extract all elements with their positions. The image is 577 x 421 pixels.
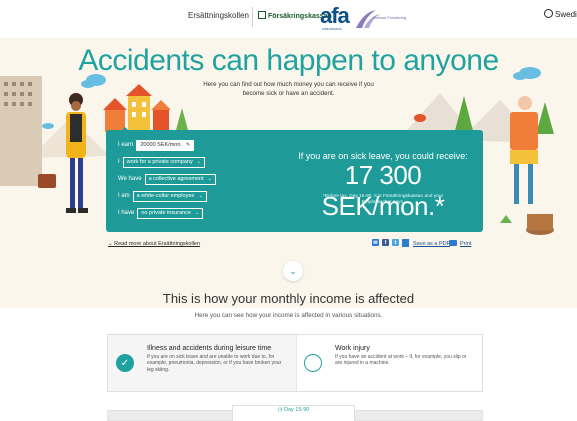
afa-logo-subtext: FÖRSÄKRING bbox=[322, 27, 342, 31]
agreement-value: a collective agreement bbox=[148, 176, 204, 182]
income-input[interactable]: 20000 SEK/mon. ✎ bbox=[136, 139, 195, 151]
pdf-icon bbox=[402, 239, 409, 247]
timeline-tab-label: ◷ Day 15-90 bbox=[277, 407, 310, 413]
house-yellow bbox=[128, 96, 150, 132]
employer-row: I work for a private company ⌄ bbox=[118, 156, 205, 168]
employee-type-label: I am bbox=[118, 193, 130, 199]
chevron-down-icon: ⌄ bbox=[198, 193, 203, 199]
page-title: Accidents can happen to anyone bbox=[78, 44, 499, 77]
read-more-link[interactable]: ⌄ Read more about Ersättningskollen bbox=[108, 241, 200, 247]
option-leisure-title: Illness and accidents during leisure tim… bbox=[147, 345, 272, 352]
radio-leisure-selected[interactable]: ✓ bbox=[116, 354, 134, 372]
panel-notch bbox=[119, 127, 131, 133]
print-link[interactable]: Print bbox=[460, 241, 471, 247]
insurance-label: I have bbox=[118, 210, 135, 216]
employer-select[interactable]: work for a private company ⌄ bbox=[122, 156, 205, 168]
svensk-forsakring-logo[interactable]: Svensk Försäkring bbox=[373, 15, 406, 20]
result-fine-print: *Before tax. Day 15-90. It is Försäkring… bbox=[322, 194, 444, 206]
insurance-value: no private insurance bbox=[141, 210, 191, 216]
income-value: 20000 SEK/mon. bbox=[140, 142, 182, 148]
forsakringskassan-icon bbox=[258, 11, 266, 19]
employee-type-row: I am a white-collar employee ⌄ bbox=[118, 190, 207, 202]
globe-icon bbox=[544, 9, 553, 18]
facebook-icon[interactable]: f bbox=[382, 239, 389, 246]
chevron-down-icon: ⌄ bbox=[194, 210, 200, 216]
tree-icon bbox=[176, 108, 188, 130]
employee-type-value: a white-collar employee bbox=[136, 193, 195, 199]
site-name[interactable]: Ersättningskollen bbox=[188, 11, 249, 20]
chevron-down-icon: ⌄ bbox=[289, 265, 297, 276]
house-red bbox=[153, 110, 169, 132]
option-leisure-desc: If you are on sick leave and are unable … bbox=[147, 354, 282, 373]
share-icons: ✉ f t bbox=[372, 239, 399, 246]
afa-logo[interactable]: afa bbox=[320, 3, 350, 29]
print-icon bbox=[449, 240, 457, 246]
income-row: I earn 20000 SEK/mon. ✎ bbox=[118, 139, 195, 151]
language-switch[interactable]: Swedish bbox=[544, 9, 577, 19]
employer-value: work for a private company bbox=[126, 159, 193, 165]
agreement-row: We have a collective agreement ⌄ bbox=[118, 173, 216, 185]
section-title: This is how your monthly income is affec… bbox=[162, 291, 415, 306]
insurance-select[interactable]: no private insurance ⌄ bbox=[137, 207, 204, 219]
page-subtitle: Here you can find out how much money you… bbox=[203, 81, 374, 97]
result-amount: 17 300 SEK/mon.* bbox=[321, 160, 445, 221]
check-icon: ✓ bbox=[120, 357, 130, 369]
income-label: I earn bbox=[118, 142, 134, 148]
radio-work-injury[interactable] bbox=[304, 354, 322, 372]
chevron-down-icon: ⌄ bbox=[207, 176, 212, 182]
pencil-icon: ✎ bbox=[185, 142, 191, 148]
briefcase-icon bbox=[38, 174, 56, 188]
twitter-icon[interactable]: t bbox=[392, 239, 399, 246]
insurance-row: I have no private insurance ⌄ bbox=[118, 207, 204, 219]
language-label: Swedish bbox=[555, 10, 577, 19]
read-more-label: Read more about Ersättningskollen bbox=[114, 241, 201, 247]
bird-icon bbox=[414, 114, 426, 122]
agreement-label: We have bbox=[118, 176, 142, 182]
employee-type-select[interactable]: a white-collar employee ⌄ bbox=[132, 190, 207, 202]
chevron-down-icon: ⌄ bbox=[196, 159, 201, 165]
section-subtitle: Here you can see how your income is affe… bbox=[194, 312, 383, 319]
employer-label: I bbox=[118, 159, 120, 165]
timeline-tab-text: Day 15-90 bbox=[283, 407, 310, 413]
scroll-down-button[interactable]: ⌄ bbox=[283, 261, 303, 281]
option-work-injury-title[interactable]: Work injury bbox=[335, 345, 370, 352]
tree-icon bbox=[536, 102, 554, 134]
email-icon[interactable]: ✉ bbox=[372, 239, 379, 246]
header-divider bbox=[252, 7, 253, 27]
option-work-injury-desc: If you have an accident at work – if, fo… bbox=[335, 354, 467, 367]
agreement-select[interactable]: a collective agreement ⌄ bbox=[144, 173, 216, 185]
save-pdf-link[interactable]: Save as a PDF bbox=[413, 241, 450, 247]
